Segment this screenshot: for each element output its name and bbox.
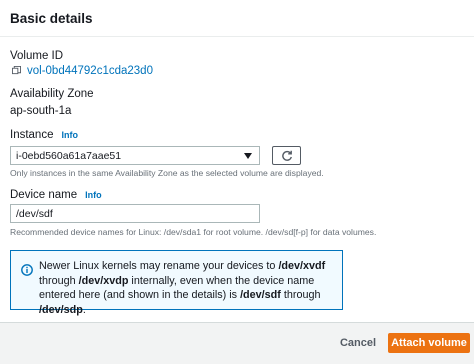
refresh-icon: [282, 150, 292, 161]
copy-icon[interactable]: [12, 66, 21, 75]
instance-select-value: i-0ebd560a61a7aae51: [16, 150, 122, 162]
alert-text-1: Newer Linux kernels may rename your devi…: [39, 260, 279, 272]
instance-info-link[interactable]: Info: [61, 130, 78, 140]
panel-title: Basic details: [10, 11, 93, 26]
availability-zone-label: Availability Zone: [10, 88, 94, 100]
device-name-label-text: Device name: [10, 189, 78, 201]
volume-id-label: Volume ID: [10, 50, 64, 62]
alert-bold-2: /dev/xvdp: [78, 274, 129, 287]
alert-text-5: .: [82, 303, 86, 316]
device-name-info-link[interactable]: Info: [85, 190, 102, 200]
info-alert: Newer Linux kernels may rename your devi…: [10, 250, 343, 316]
volume-id-link[interactable]: vol-0bd44792c1cda23d0: [27, 65, 153, 77]
alert-text-2: through: [39, 274, 79, 287]
cancel-button[interactable]: Cancel: [337, 333, 379, 353]
instance-hint: Only instances in the same Availability …: [10, 168, 324, 178]
info-circle-icon: [21, 264, 33, 276]
instance-select[interactable]: i-0ebd560a61a7aae51: [10, 146, 260, 165]
alert-text-4: through: [280, 289, 321, 301]
alert-message: Newer Linux kernels may rename your devi…: [39, 259, 339, 317]
instance-label-text: Instance: [10, 129, 54, 141]
availability-zone-value: ap-south-1a: [10, 105, 72, 117]
refresh-button[interactable]: [272, 146, 301, 165]
caret-down-icon: [244, 153, 252, 159]
alert-bold-4: /dev/sdp: [39, 303, 83, 316]
attach-volume-button[interactable]: Attach volume: [388, 333, 470, 353]
basic-details-panel: Basic details Volume ID vol-0bd44792c1cd…: [0, 0, 474, 323]
panel-header: Basic details: [0, 0, 474, 37]
device-name-hint: Recommended device names for Linux: /dev…: [10, 227, 377, 237]
instance-label: Instance Info: [10, 129, 78, 141]
device-name-value: /dev/sdf: [16, 208, 53, 220]
device-name-label: Device name Info: [10, 189, 102, 201]
alert-bold-3: /dev/sdf: [240, 289, 281, 301]
device-name-input[interactable]: /dev/sdf: [10, 204, 260, 223]
alert-bold-1: /dev/xvdf: [278, 260, 326, 272]
